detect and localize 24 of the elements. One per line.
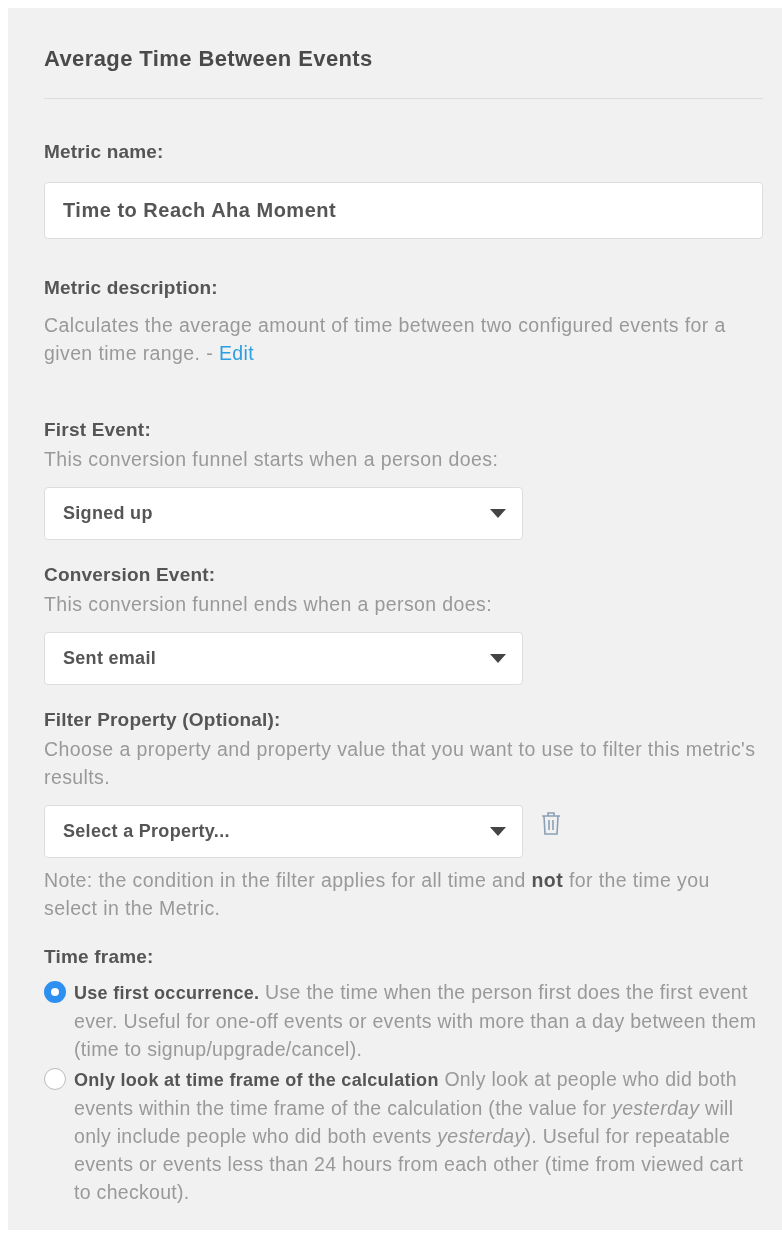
option-text: Only look at time frame of the calculation Only look at people who did both events within the time frame of the calculation (the value for yesterday will only include people who did both events yesterday). Useful for repeatable events or events less than 24 hours from each other (time from viewed cart to checkout). (74, 1067, 745, 1205)
radio-button[interactable] (44, 981, 66, 1003)
event-dropdown[interactable]: Sent email (44, 632, 523, 685)
note-text: Note: the condition in the filter applies for all time and not for the time you select in the Metric. (44, 868, 711, 921)
field-label: Filter Property (Optional): (44, 708, 282, 732)
radio-button[interactable] (44, 1068, 66, 1090)
caret-icon (490, 654, 506, 663)
hint-text: This conversion funnel ends when a person does: (44, 592, 494, 617)
caret-icon (490, 509, 506, 518)
field-label: Time frame: (44, 945, 155, 969)
description-text: Calculates the average amount of time between two configured events for a given time range. - Edit (44, 313, 727, 366)
hint-text: Choose a property and property value that you want to use to filter this metric's results. (44, 737, 757, 790)
property-dropdown[interactable]: Select a Property... (44, 805, 523, 858)
field-label: First Event: (44, 418, 152, 442)
event-dropdown[interactable]: Signed up (44, 487, 523, 540)
field-label: Metric name: (44, 140, 165, 164)
hint-text: This conversion funnel starts when a person does: (44, 447, 500, 472)
option-text: Use first occurrence. Use the time when the person first does the first event ever. Useful for one-off events or events with more than a day between them (time to signup/upgrade/cancel). (74, 980, 758, 1062)
panel-title: Average Time Between Events (44, 46, 374, 72)
field-label: Metric description: (44, 276, 219, 300)
trash-icon[interactable] (541, 811, 561, 835)
caret-icon (490, 827, 506, 836)
metric-name-field[interactable]: Time to Reach Aha Moment (44, 182, 763, 239)
field-label: Conversion Event: (44, 563, 217, 587)
